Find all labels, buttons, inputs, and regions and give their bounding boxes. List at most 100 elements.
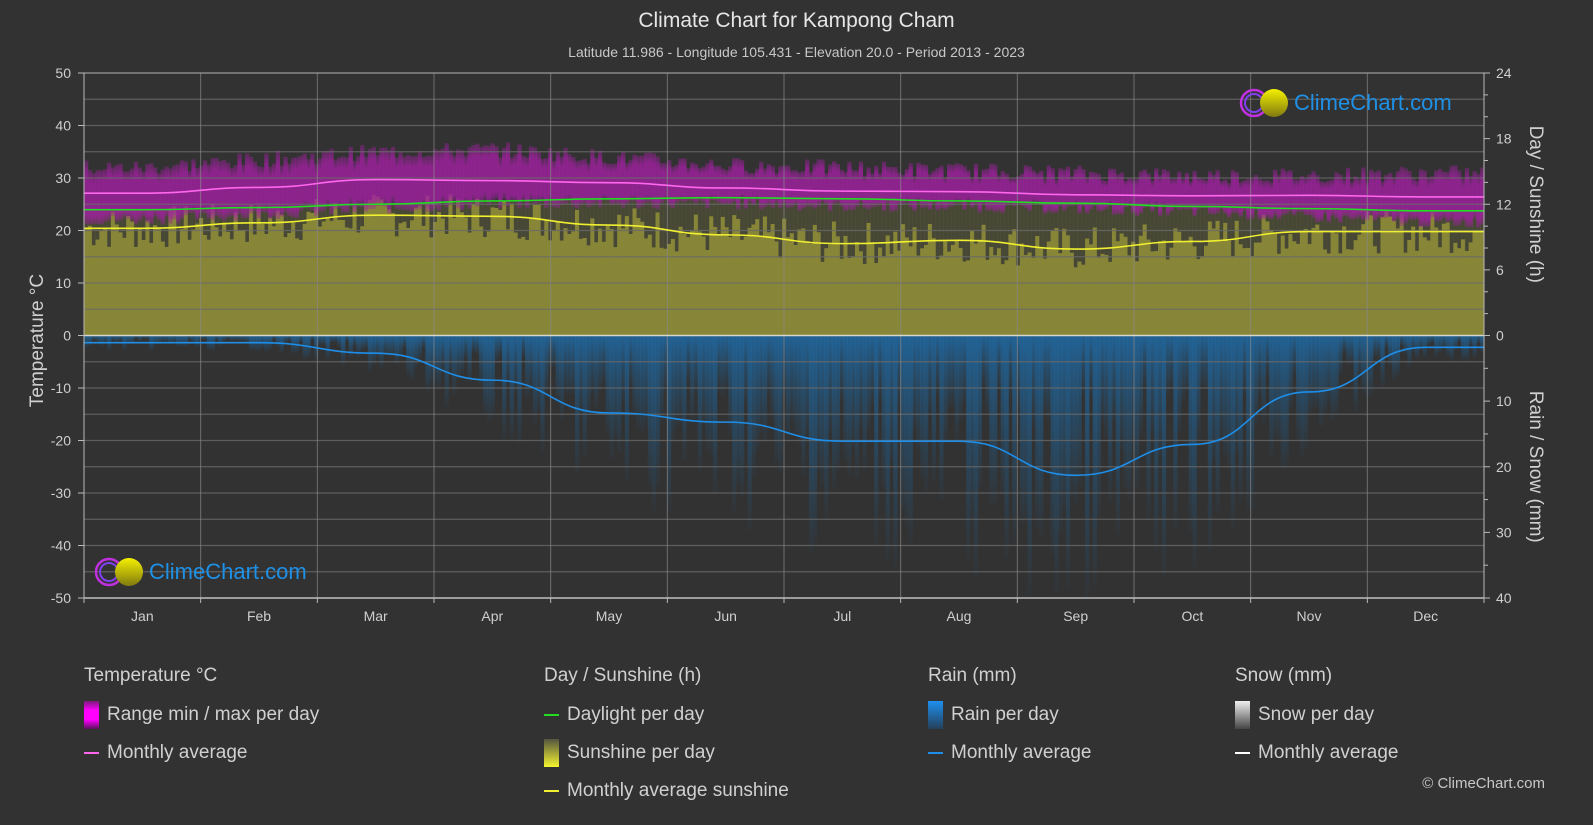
month-label: Feb (247, 608, 271, 624)
daylight-day-bar (482, 201, 488, 238)
rain-day-bar (344, 335, 350, 342)
logo-bottom-left[interactable]: ClimeChart.com (93, 556, 307, 588)
rain-day-bar (1069, 335, 1074, 496)
rain-day-bar (333, 335, 338, 342)
sunshine-day-bar (747, 227, 752, 336)
rain-day-bar (1019, 335, 1025, 527)
rain-day-bar (747, 335, 752, 532)
sunshine-day-bar (1119, 233, 1124, 336)
sunshine-day-bar (839, 258, 844, 336)
rain-day-bar (490, 335, 495, 419)
temp-range-day-bar (1269, 182, 1274, 219)
sunshine-day-bar (471, 203, 476, 336)
temp-range-day-bar (287, 163, 292, 216)
temp-range-day-bar (835, 163, 841, 203)
sunshine-day-bar (1196, 259, 1201, 336)
temp-range-day-bar (271, 163, 277, 217)
temp-range-day-bar (1142, 169, 1147, 208)
temp-range-day-bar (920, 164, 925, 209)
sunshine-day-bar (1027, 252, 1032, 336)
daylight-day-bar (187, 208, 192, 240)
temp-range-day-bar (130, 168, 135, 221)
daylight-day-bar (674, 198, 679, 252)
sunshine-day-bar (1472, 231, 1477, 336)
sunshine-day-bar (1062, 228, 1067, 336)
sunshine-day-bar (950, 244, 956, 336)
sunshine-day-bar (724, 227, 729, 336)
sunshine-day-bar (1434, 227, 1439, 336)
logo-top-right[interactable]: ClimeChart.com (1238, 87, 1452, 119)
rain-day-bar (1265, 335, 1270, 376)
sunshine-day-bar (310, 212, 315, 336)
temp-range-day-bar (191, 159, 196, 214)
month-label: Mar (364, 608, 388, 624)
rain-day-bar (847, 335, 852, 477)
sunshine-day-bar (732, 215, 737, 336)
temp-range-day-bar (440, 148, 445, 203)
sunshine-day-bar (1276, 253, 1282, 336)
daylight-day-bar (1150, 205, 1155, 252)
temp-range-day-bar (874, 165, 879, 207)
temp-range-day-bar (110, 167, 116, 216)
sunshine-day-bar (759, 235, 764, 336)
sunshine-day-bar (348, 228, 353, 336)
month-label: Dec (1413, 608, 1438, 624)
temp-range-day-bar (1257, 178, 1262, 220)
temp-range-day-bar (1460, 178, 1466, 221)
sunshine-day-bar (1100, 253, 1105, 336)
sunshine-day-bar (686, 237, 691, 336)
sunshine-day-bar (663, 248, 668, 336)
sunshine-day-bar (1334, 233, 1339, 336)
sunshine-day-bar (440, 218, 445, 336)
rain-day-bar (1173, 335, 1178, 530)
temp-range-day-bar (1426, 177, 1431, 227)
sunshine-day-bar (831, 221, 837, 336)
rain-day-bar (655, 335, 660, 486)
snow-avg-line-icon (1235, 752, 1250, 754)
legend-item-sunshine: Sunshine per day (544, 739, 789, 767)
rain-day-bar (1384, 335, 1389, 349)
sunshine-day-bar (1065, 235, 1071, 336)
temp-range-day-bar (1238, 182, 1243, 217)
month-label: Apr (481, 608, 503, 624)
rain-day-bar (429, 335, 434, 386)
temp-range-day-bar (981, 169, 986, 205)
temp-range-day-bar (993, 164, 998, 213)
temp-range-day-bar (475, 143, 480, 207)
sunshine-day-bar (379, 199, 384, 336)
sunshine-day-bar (1284, 248, 1289, 336)
rain-day-bar (1177, 335, 1182, 432)
legend-item-daylight: Daylight per day (544, 703, 789, 727)
rain-day-bar (402, 335, 407, 349)
rain-day-bar (617, 335, 622, 454)
sunshine-day-bar (505, 229, 511, 336)
daylight-day-bar (824, 198, 829, 249)
sunshine-day-bar (900, 224, 906, 336)
sunshine-day-bar (279, 214, 284, 336)
rain-day-bar (674, 335, 679, 427)
temp-range-day-bar (759, 161, 764, 210)
daylight-day-bar (862, 199, 867, 264)
temp-range-day-bar (137, 167, 142, 221)
sunshine-day-bar (1169, 247, 1174, 336)
rain-day-bar (456, 335, 461, 379)
rain-day-bar (1334, 335, 1339, 415)
temp-range-day-bar (471, 145, 476, 203)
temp-range-day-bar (870, 173, 875, 208)
rain-day-bar (1081, 335, 1086, 396)
rain-day-bar (1372, 335, 1378, 357)
sunshine-day-bar (931, 238, 936, 336)
temp-range-day-bar (839, 169, 844, 207)
legend-label: Monthly average sunshine (567, 780, 789, 801)
sunshine-day-bar (1464, 250, 1470, 336)
sunshine-day-bar (271, 226, 277, 336)
daylight-day-bar (1188, 206, 1193, 237)
temp-range-day-bar (379, 147, 384, 206)
sunshine-day-bar (1008, 234, 1013, 336)
sunshine-day-bar (1227, 240, 1232, 336)
sunshine-day-bar (410, 220, 415, 336)
rain-day-bar (1437, 335, 1443, 353)
sunshine-day-bar (252, 234, 258, 336)
temp-range-day-bar (1211, 174, 1216, 215)
rain-day-bar (966, 335, 971, 559)
